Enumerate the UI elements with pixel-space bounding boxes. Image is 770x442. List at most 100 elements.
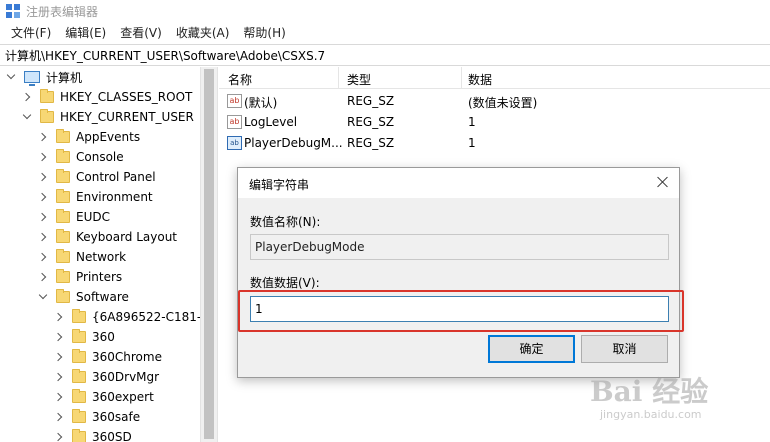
table-row[interactable]: ab (默认) REG_SZ (数值未设置) (219, 91, 770, 112)
chevron-right-icon[interactable] (38, 232, 48, 242)
tree-item-hkcu[interactable]: HKEY_CURRENT_USER (22, 107, 194, 127)
chevron-right-icon[interactable] (54, 332, 64, 342)
baidu-watermark: Bai 经验 jingyan.baidu.com (585, 360, 765, 435)
edit-string-dialog: 编辑字符串 数值名称(N): PlayerDebugMode 数值数据(V): … (237, 167, 684, 378)
value-name: LogLevel (244, 115, 298, 129)
scrollbar-thumb[interactable] (204, 69, 214, 439)
tree-item-label: Printers (76, 270, 123, 284)
value-data: 1 (468, 136, 476, 150)
registry-editor-icon (6, 4, 20, 18)
tree-item-console[interactable]: Console (38, 147, 124, 167)
column-header-type[interactable]: 类型 (347, 71, 371, 88)
chevron-right-icon[interactable] (54, 372, 64, 382)
folder-icon (72, 329, 86, 343)
folder-icon (56, 149, 70, 163)
folder-icon (56, 189, 70, 203)
tree-item-360expert[interactable]: 360expert (54, 387, 154, 407)
folder-icon (72, 369, 86, 383)
tree-item-360drvmgr[interactable]: 360DrvMgr (54, 367, 159, 387)
tree-item-label: Console (76, 150, 124, 164)
tree-item-appevents[interactable]: AppEvents (38, 127, 140, 147)
menu-edit[interactable]: 编辑(E) (58, 24, 113, 41)
tree-item-label: HKEY_CURRENT_USER (60, 110, 194, 124)
tree-item-label: Network (76, 250, 127, 264)
folder-icon (72, 309, 86, 323)
tree-item-software[interactable]: Software (38, 287, 129, 307)
value-type: REG_SZ (347, 115, 395, 129)
folder-icon (72, 389, 86, 403)
tree-item-environment[interactable]: Environment (38, 187, 153, 207)
chevron-right-icon[interactable] (54, 352, 64, 362)
window-title: 注册表编辑器 (26, 4, 99, 19)
title-bar: 注册表编辑器 (0, 0, 770, 22)
tree-item-eudc[interactable]: EUDC (38, 207, 110, 227)
value-data-label: 数值数据(V): (250, 276, 320, 290)
menu-help[interactable]: 帮助(H) (236, 24, 292, 41)
tree-item-label: 360SD (92, 430, 132, 442)
chevron-right-icon[interactable] (54, 312, 64, 322)
tree-item-360safe[interactable]: 360safe (54, 407, 140, 427)
chevron-right-icon[interactable] (38, 152, 48, 162)
folder-icon (56, 229, 70, 243)
cancel-button[interactable]: 取消 (581, 335, 668, 363)
tree-item-label: Environment (76, 190, 153, 204)
column-divider[interactable] (461, 67, 462, 89)
folder-icon (72, 409, 86, 423)
chevron-right-icon[interactable] (54, 432, 64, 442)
chevron-right-icon[interactable] (54, 412, 64, 422)
table-row[interactable]: ab LogLevel REG_SZ 1 (219, 112, 770, 133)
address-bar[interactable]: 计算机\HKEY_CURRENT_USER\Software\Adobe\CSX… (0, 44, 770, 66)
annotation-highlight-box (238, 290, 684, 332)
table-row[interactable]: ab PlayerDebugM... REG_SZ 1 (219, 133, 770, 154)
tree-item-label: Control Panel (76, 170, 156, 184)
tree-item-guid[interactable]: {6A896522-C181-4 (54, 307, 200, 327)
tree-item-network[interactable]: Network (38, 247, 126, 267)
column-divider[interactable] (338, 67, 339, 89)
string-value-icon: ab (227, 115, 242, 129)
folder-icon (56, 129, 70, 143)
watermark-url: jingyan.baidu.com (600, 408, 702, 421)
chevron-right-icon[interactable] (38, 212, 48, 222)
ok-button[interactable]: 确定 (488, 335, 575, 363)
value-name: (默认) (244, 96, 278, 110)
chevron-right-icon[interactable] (54, 392, 64, 402)
chevron-down-icon[interactable] (6, 72, 16, 82)
chevron-down-icon[interactable] (22, 112, 32, 122)
value-name: PlayerDebugM... (244, 136, 343, 150)
tree-item-label: EUDC (76, 210, 110, 224)
string-value-icon: ab (227, 94, 242, 108)
chevron-right-icon[interactable] (38, 192, 48, 202)
chevron-right-icon[interactable] (38, 252, 48, 262)
tree-item-printers[interactable]: Printers (38, 267, 122, 287)
chevron-down-icon[interactable] (38, 292, 48, 302)
tree-item-hkcr[interactable]: HKEY_CLASSES_ROOT (22, 87, 192, 107)
computer-icon (24, 71, 40, 86)
menu-view[interactable]: 查看(V) (113, 24, 169, 41)
watermark-logo-text: Bai 经验 (590, 375, 709, 408)
chevron-right-icon[interactable] (38, 132, 48, 142)
folder-icon (40, 109, 54, 123)
column-header-data[interactable]: 数据 (468, 71, 492, 88)
folder-icon (40, 89, 54, 103)
tree-item-keyboard-layout[interactable]: Keyboard Layout (38, 227, 177, 247)
folder-icon (72, 349, 86, 363)
chevron-right-icon[interactable] (38, 172, 48, 182)
tree-item-computer[interactable]: 计算机 (6, 67, 82, 87)
close-icon[interactable] (655, 174, 671, 190)
dialog-title-bar[interactable]: 编辑字符串 (238, 168, 679, 198)
value-type: REG_SZ (347, 94, 395, 108)
tree-item-label: Software (76, 290, 129, 304)
tree-item-360chrome[interactable]: 360Chrome (54, 347, 162, 367)
chevron-right-icon[interactable] (22, 92, 32, 102)
tree-item-360sd[interactable]: 360SD (54, 427, 132, 442)
value-name-field: PlayerDebugMode (250, 234, 669, 260)
menu-favorites[interactable]: 收藏夹(A) (169, 24, 237, 41)
tree-item-control-panel[interactable]: Control Panel (38, 167, 156, 187)
chevron-right-icon[interactable] (38, 272, 48, 282)
tree-scrollbar[interactable] (200, 67, 218, 442)
value-type: REG_SZ (347, 136, 395, 150)
tree-item-360[interactable]: 360 (54, 327, 115, 347)
column-header-name[interactable]: 名称 (228, 71, 252, 88)
menu-file[interactable]: 文件(F) (4, 24, 58, 41)
menu-bar: 文件(F) 编辑(E) 查看(V) 收藏夹(A) 帮助(H) (0, 22, 770, 43)
